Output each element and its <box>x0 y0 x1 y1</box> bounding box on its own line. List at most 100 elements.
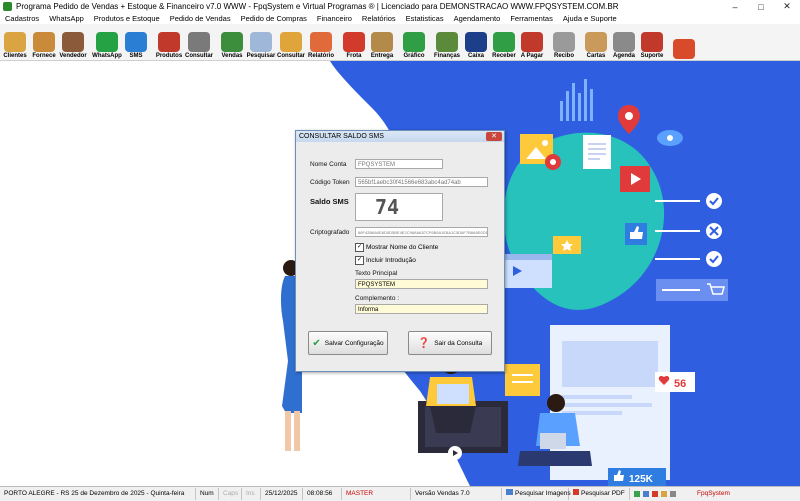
toolbar-button-entrega[interactable]: Entrega <box>368 26 396 60</box>
menu-pedido-vendas[interactable]: Pedido de Vendas <box>165 13 236 24</box>
toolbar-button-finan-as[interactable]: Finanças <box>432 26 462 60</box>
menu-pedido-compras[interactable]: Pedido de Compras <box>236 13 312 24</box>
agenda-icon <box>613 32 635 52</box>
search-pdf-label: Pesquisar PDF <box>581 490 625 497</box>
toolbar-button-agenda[interactable]: Agenda <box>610 26 638 60</box>
tray-icon[interactable] <box>652 491 658 497</box>
tray-icon[interactable] <box>661 491 667 497</box>
complemento-field[interactable]: Informa <box>355 304 488 314</box>
toolbar-button-clientes[interactable]: Clientes <box>0 26 30 60</box>
sair-consulta-button[interactable]: ❓ Sair da Consulta <box>408 331 492 355</box>
toolbar-button-label: Consultar <box>184 53 213 59</box>
nome-conta-field[interactable]: FPQSYSTEM <box>355 159 443 169</box>
toolbar-button-gr-fico[interactable]: Gráfico <box>400 26 428 60</box>
toolbar-button-vendas[interactable]: Vendas <box>218 26 246 60</box>
delivery-icon <box>371 32 393 52</box>
mostrar-nome-checkbox[interactable]: ✓ Mostrar Nome do Cliente <box>355 243 438 252</box>
toolbar-button-label: Receber <box>492 53 516 59</box>
incluir-introducao-checkbox[interactable]: ✓ Incluir Introdução <box>355 256 416 265</box>
search-pdf-button[interactable]: Pesquisar PDF <box>569 488 630 500</box>
nome-conta-label: Nome Conta <box>310 161 347 168</box>
toolbar-button-label: Caixa <box>467 53 484 59</box>
tray-icons <box>630 488 693 500</box>
codigo-token-label: Código Token <box>310 179 350 186</box>
toolbar-button-sms[interactable]: SMS <box>122 26 150 60</box>
texto-principal-field[interactable]: FPQSYSTEM <box>355 279 488 289</box>
toolbar-button-label: Clientes <box>3 53 27 59</box>
close-button[interactable]: ✕ <box>774 0 800 13</box>
mostrar-nome-label: Mostrar Nome do Cliente <box>366 244 439 251</box>
finance-icon <box>436 32 458 52</box>
status-user: MASTER <box>342 488 411 500</box>
toolbar-button-whatsapp[interactable]: WhatsApp <box>92 26 122 60</box>
toolbar-button-caixa[interactable]: Caixa <box>462 26 490 60</box>
followers-count: 125K <box>629 474 654 485</box>
status-caps: Caps <box>219 488 242 500</box>
menu-financeiro[interactable]: Financeiro <box>312 13 357 24</box>
supplier-icon <box>33 32 55 52</box>
menu-cadastros[interactable]: Cadastros <box>0 13 44 24</box>
toolbar-button-label: Pesquisar <box>246 53 276 59</box>
video-window-card <box>500 254 552 288</box>
toolbar-button-vendedor[interactable]: Vendedor <box>58 26 88 60</box>
salvar-configuracao-label: Salvar Configuração <box>324 339 384 347</box>
toolbar-button-label: Vendedor <box>59 53 87 59</box>
toolbar-button-relat-rio[interactable]: Relatório <box>306 26 336 60</box>
toolbar-button-a-pagar[interactable]: A Pagar <box>518 26 546 60</box>
toolbar-button-label: Suporte <box>640 53 664 59</box>
window-title: Programa Pedido de Vendas + Estoque & Fi… <box>16 2 619 11</box>
maximize-button[interactable]: □ <box>748 0 774 13</box>
support-icon <box>641 32 663 52</box>
window-controls: – □ ✕ <box>722 0 800 13</box>
main-toolbar: Clientes Fornece Vendedor WhatsApp SMS Produt… <box>0 24 800 61</box>
minimize-button[interactable]: – <box>722 0 748 13</box>
menu-whatsapp[interactable]: WhatsApp <box>44 13 89 24</box>
salvar-configuracao-button[interactable]: ✔ Salvar Configuração <box>308 331 388 355</box>
toolbar-button-label: Relatório <box>307 53 334 59</box>
toolbar-button-produtos[interactable]: Produtos <box>154 26 184 60</box>
folder-icon <box>280 32 302 52</box>
toolbar-button-cartas[interactable]: Cartas <box>582 26 610 60</box>
menu-ajuda-suporte[interactable]: Ajuda e Suporte <box>558 13 622 24</box>
complemento-label: Complemento : <box>355 295 400 302</box>
dialog-title: CONSULTAR SALDO SMS <box>296 131 504 142</box>
sms-icon <box>125 32 147 52</box>
truck-icon <box>343 32 365 52</box>
toolbar-button-fornece[interactable]: Fornece <box>30 26 58 60</box>
toolbar-button-pesquisar[interactable]: Pesquisar <box>246 26 276 60</box>
toolbar-button-recibo[interactable]: Recibo <box>550 26 578 60</box>
search-images-button[interactable]: Pesquisar Imagens <box>502 488 571 500</box>
criptografado-field[interactable]: 66F42B6A0E6D5D5BE4E2C96A6A57CF6B9A1E8A1C… <box>355 227 488 237</box>
saldo-sms-label: Saldo SMS <box>310 197 349 206</box>
toolbar-button-frota[interactable]: Frota <box>340 26 368 60</box>
menu-estatisticas[interactable]: Estatisticas <box>401 13 449 24</box>
toolbar-button-label: SMS <box>129 53 143 59</box>
toolbar-button-label: Produtos <box>155 53 183 59</box>
clients-icon <box>4 32 26 52</box>
menu-bar: Cadastros WhatsApp Produtos e Estoque Pe… <box>0 13 800 24</box>
toolbar-button-label: WhatsApp <box>92 53 122 59</box>
codigo-token-field[interactable]: 565bf1aebc30f41566e683abc4ad74ab <box>355 177 488 187</box>
toolbar-button-exit[interactable] <box>670 26 698 60</box>
checkmark-icon: ✔ <box>312 337 321 349</box>
toolbar-button-consultar[interactable]: Consultar <box>184 26 214 60</box>
badge-icon <box>545 154 561 170</box>
tray-icon[interactable] <box>643 491 649 497</box>
menu-agendamento[interactable]: Agendamento <box>449 13 506 24</box>
tray-icon[interactable] <box>670 491 676 497</box>
dialog-close-button[interactable]: ✕ <box>486 132 502 141</box>
menu-produtos-estoque[interactable]: Produtos e Estoque <box>89 13 165 24</box>
toolbar-button-receber[interactable]: Receber <box>490 26 518 60</box>
eye-bubble-icon <box>657 130 683 146</box>
tray-icon[interactable] <box>634 491 640 497</box>
toolbar-button-label: Finanças <box>433 53 460 59</box>
toolbar-button-consultar[interactable]: Consultar <box>276 26 306 60</box>
sales-cart-icon <box>221 32 243 52</box>
main-area: 56 125K CONSULTAR SALDO SMS ✕ Nome Conta… <box>0 61 800 486</box>
menu-relatorios[interactable]: Relatórios <box>357 13 401 24</box>
menu-ferramentas[interactable]: Ferramentas <box>505 13 558 24</box>
app-icon <box>3 2 12 11</box>
toolbar-button-suporte[interactable]: Suporte <box>638 26 666 60</box>
cashier-icon <box>465 32 487 52</box>
incluir-introducao-label: Incluir Introdução <box>366 257 416 264</box>
